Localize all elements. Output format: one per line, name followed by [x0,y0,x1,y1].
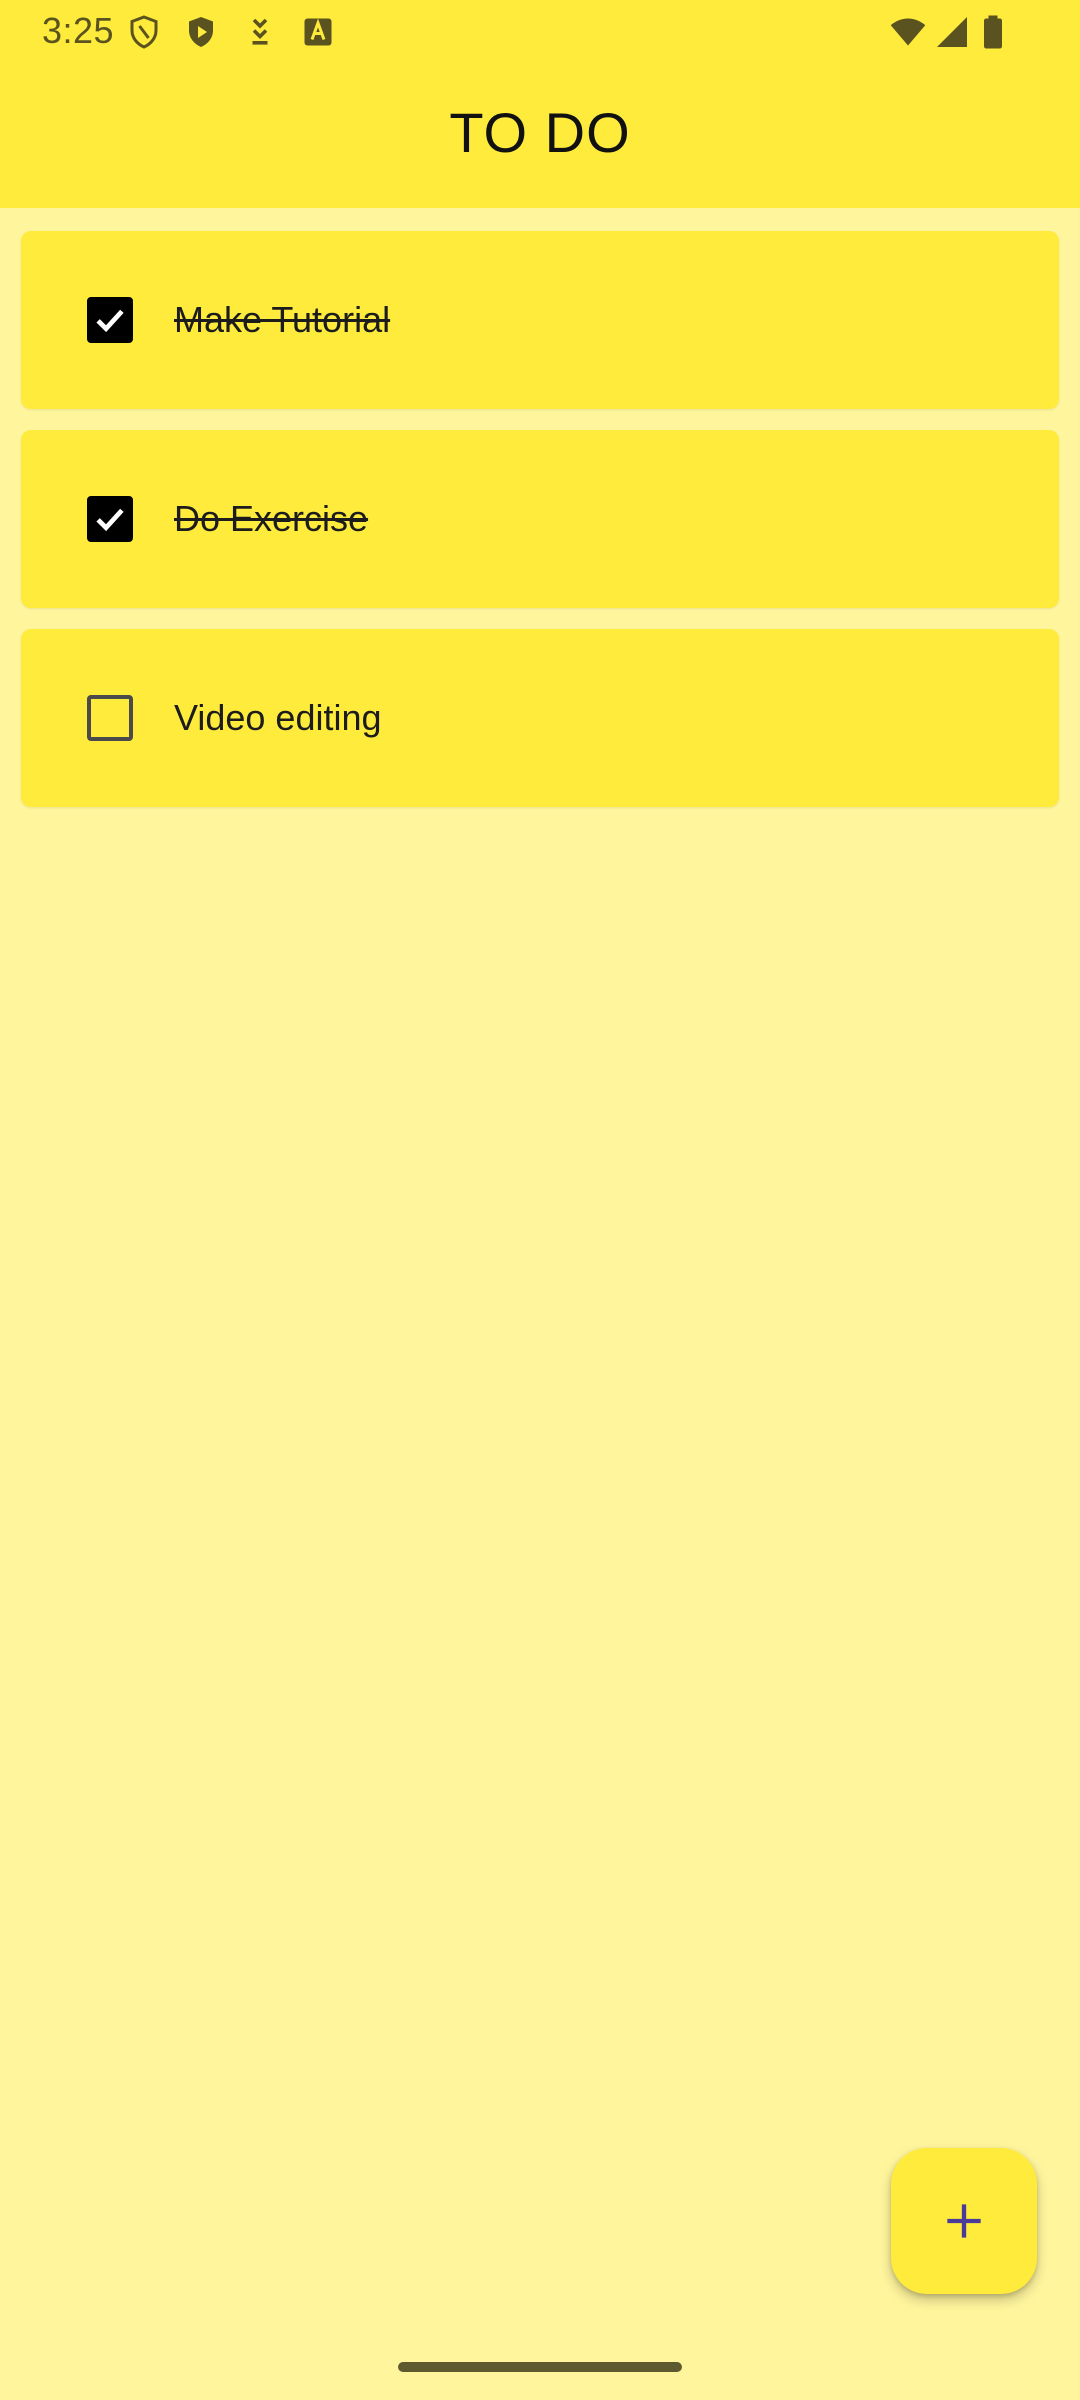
todo-checkbox[interactable] [87,695,133,741]
play-protect-icon [183,14,219,50]
todo-label: Do Exercise [174,498,369,539]
checkmark-icon [96,309,124,333]
privacy-shield-icon [126,14,162,50]
todo-label: Make Tutorial [174,299,391,340]
home-indicator[interactable] [398,2362,682,2372]
battery-icon [980,14,1006,50]
checkmark-icon [96,508,124,532]
download-arrow-icon [242,14,278,50]
todo-label: Video editing [174,697,382,738]
todo-item[interactable]: Video editing [21,629,1059,807]
app-bar: 3:25 TO DO [0,0,1080,208]
text-a-icon [300,14,336,50]
todo-checkbox[interactable] [87,297,133,343]
todo-item[interactable]: Make Tutorial [21,231,1059,409]
status-bar: 3:25 [0,0,1080,64]
todo-checkbox[interactable] [87,496,133,542]
page-title: TO DO [449,101,631,164]
add-todo-button[interactable] [891,2148,1037,2294]
plus-icon [947,2204,981,2238]
cellular-signal-icon [934,14,970,50]
todo-item[interactable]: Do Exercise [21,430,1059,608]
wifi-icon [888,14,928,50]
todo-list: Make Tutorial Do Exercise Video editing [21,231,1059,828]
status-time: 3:25 [42,10,115,51]
